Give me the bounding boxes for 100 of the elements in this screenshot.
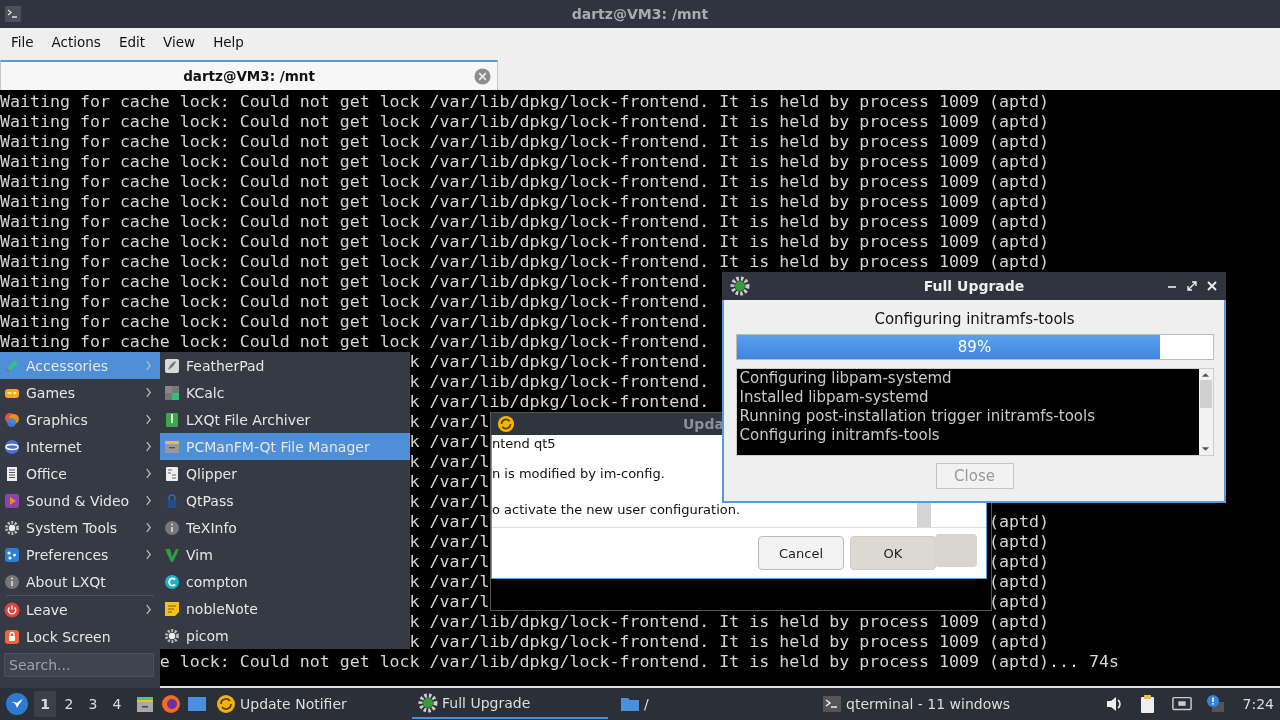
log-line: Running post-installation trigger initramfs-tools	[739, 407, 1096, 426]
menu-item[interactable]: TeXInfo	[160, 514, 410, 541]
terminal-line: Waiting for cache lock: Could not get lock /var/lib/dpkg/lock-frontend. It is held by process 1009 (aptd)	[0, 132, 1049, 152]
desktop-button[interactable]: 2	[58, 691, 80, 717]
terminal-line: (aptd)	[989, 512, 1049, 532]
menu-item[interactable]: Preferences	[0, 541, 160, 568]
terminal-line: Waiting for cache lock: Could not get lock /var/lib/dpkg/lock-frontend. It is held by process 1009 (aptd)	[0, 192, 1049, 212]
gear-icon	[164, 627, 180, 644]
media-icon	[4, 492, 20, 509]
status-text: Configuring initramfs-tools	[874, 310, 1075, 330]
terminal-line: Waiting for cache lock: Could not get lock /var/lib/dpkg/lock-frontend.	[0, 332, 710, 352]
terminal-line: (aptd)	[989, 572, 1049, 592]
dialog-button[interactable]: OK	[850, 536, 936, 570]
taskbar-button[interactable]: qterminal - 11 windows	[816, 689, 1012, 719]
browser-icon[interactable]	[161, 694, 181, 714]
menu-item[interactable]: Qlipper	[160, 460, 410, 487]
terminal-icon	[5, 6, 21, 22]
terminal-line: Waiting for cache lock: Could not get lock /var/lib/dpkg/lock-frontend. It is held by process 1009 (aptd)	[0, 172, 1049, 192]
note-icon	[164, 600, 180, 617]
refresh-icon	[216, 694, 236, 714]
gear-icon	[4, 519, 20, 536]
terminal-line: k /var/lib/dpkg/lock-frontend.	[409, 352, 710, 372]
scroll-up-icon[interactable]	[1201, 372, 1210, 378]
start-menu-icon[interactable]	[6, 693, 28, 715]
terminal-line: k /var/l	[409, 572, 490, 592]
terminal-tab[interactable]: dartz@VM3: /mnt	[0, 60, 498, 90]
terminal-line: Waiting for cache lock: Could not get lock /var/lib/dpkg/lock-frontend.	[0, 292, 710, 312]
menu-item[interactable]: File	[2, 34, 43, 50]
gear-icon	[730, 276, 750, 296]
pencil-icon	[4, 357, 20, 374]
menu-item[interactable]: Edit	[109, 34, 155, 50]
log-line: Installed libpam-systemd	[739, 388, 930, 407]
folder-icon	[164, 438, 180, 455]
menu-item[interactable]: KCalc	[160, 379, 410, 406]
menu-item[interactable]: nobleNote	[160, 595, 410, 622]
menu-item[interactable]: Sound & Video	[0, 487, 160, 514]
menu-item[interactable]: Graphics	[0, 406, 160, 433]
progress-reading: 89%	[957, 338, 992, 356]
terminal-line: Waiting for cache lock: Could not get lock /var/lib/dpkg/lock-frontend.	[0, 272, 710, 292]
button-shape	[935, 534, 977, 567]
menu-item[interactable]: Help	[204, 34, 253, 50]
v-shape-icon	[164, 546, 180, 563]
terminal-line: (aptd)	[989, 532, 1049, 552]
archive-icon	[164, 411, 180, 428]
file-cabinet-icon[interactable]	[135, 694, 155, 714]
terminal-line: k /var/l	[409, 452, 490, 472]
log-line: Configuring initramfs-tools	[739, 426, 941, 445]
maximize-icon[interactable]	[1186, 280, 1198, 292]
calculator-icon	[164, 384, 180, 401]
menu-item[interactable]: Internet	[0, 433, 160, 460]
gear-icon	[418, 693, 438, 713]
search-field[interactable]: Search...	[4, 653, 154, 677]
scrollbar[interactable]	[917, 501, 931, 527]
notification-icon[interactable]	[1205, 694, 1226, 714]
taskbar-button[interactable]: Update Notifier	[210, 689, 406, 719]
terminal-line: k /var/l	[409, 532, 490, 552]
terminal-line: k /var/lib/dpkg/lock-frontend. It is held by process 1009 (aptd)	[409, 632, 1049, 652]
desktop-button[interactable]: 3	[82, 691, 104, 717]
scrollbar[interactable]	[1198, 369, 1213, 455]
menu-item[interactable]: System Tools	[0, 514, 160, 541]
terminal-line: k /var/l	[409, 492, 490, 512]
info-icon	[164, 519, 180, 536]
terminal-line: Waiting for cache lock: Could not get lock /var/lib/dpkg/lock-frontend. It is held by process 1009 (aptd)	[0, 232, 1049, 252]
padlock-icon	[164, 492, 180, 509]
terminal-line: Waiting for cache lock: Could not get lock /var/lib/dpkg/lock-frontend. It is held by process 1009 (aptd)	[0, 252, 1049, 272]
menu-item[interactable]: Vim	[160, 541, 410, 568]
dialog-text: n is modified by im-config.	[492, 465, 665, 483]
menu-item[interactable]: FeatherPad	[160, 352, 410, 379]
taskbar-button[interactable]: /	[614, 689, 810, 719]
desktop-icon[interactable]	[187, 694, 207, 714]
dialog-button[interactable]: Cancel	[758, 536, 844, 570]
feather-icon	[164, 357, 180, 374]
menu-item[interactable]: picom	[160, 622, 410, 649]
menu-item[interactable]: View	[154, 34, 205, 50]
menu-item[interactable]: LXQt File Archiver	[160, 406, 410, 433]
globe-icon	[4, 438, 20, 455]
close-icon[interactable]	[1206, 280, 1218, 292]
menu-item[interactable]: Games	[0, 379, 160, 406]
terminal-icon	[822, 694, 842, 714]
terminal-line: k /var/l	[409, 592, 490, 612]
desktop-button[interactable]: 1	[34, 691, 56, 717]
ring-icon	[164, 573, 180, 590]
window-title: Full Upgrade	[923, 278, 1025, 294]
menu-item[interactable]: About LXQt	[0, 568, 160, 595]
clock[interactable]: 7:24	[1242, 696, 1274, 712]
menu-item[interactable]: Leave	[0, 596, 160, 623]
desktop-button[interactable]: 4	[106, 691, 128, 717]
scroll-down-icon[interactable]	[1201, 446, 1210, 452]
color-wheel-icon	[4, 411, 20, 428]
taskbar-button[interactable]: Full Upgrade	[412, 689, 608, 719]
dialog-text: o activate the new user configuration.	[492, 501, 741, 519]
menu-item[interactable]: compton	[160, 568, 410, 595]
terminal-line: k /var/l	[409, 552, 490, 572]
terminal-line: k /var/l	[409, 512, 490, 532]
menu-item[interactable]: Office	[0, 460, 160, 487]
terminal-line: k /var/l	[409, 412, 490, 432]
menu-item[interactable]: QtPass	[160, 487, 410, 514]
menu-item[interactable]: Lock Screen	[0, 623, 160, 650]
terminal-line: (aptd)	[989, 592, 1049, 612]
menu-item[interactable]: Actions	[42, 34, 110, 50]
